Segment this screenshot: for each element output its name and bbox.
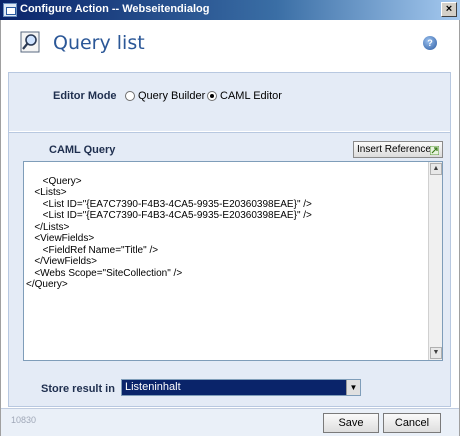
radio-caml-editor[interactable]: CAML Editor [207,90,282,102]
close-button[interactable]: × [441,2,457,17]
configuration-panel: Editor Mode Query Builder CAML Editor CA… [8,72,451,407]
radio-query-builder[interactable]: Query Builder [125,90,205,102]
radio-query-builder-dot[interactable] [125,91,135,101]
caml-query-label: CAML Query [49,144,116,156]
radio-caml-editor-dot[interactable] [207,91,217,101]
caml-query-text: <Query> <Lists> <List ID="{EA7C7390-F4B3… [26,175,312,291]
dialog-header: Query list ? [1,20,459,70]
footer-code: 10830 [11,415,37,425]
store-result-row: Store result in Listeninhalt ▼ [9,373,450,406]
editor-scrollbar[interactable]: ▲ ▼ [428,162,442,360]
scroll-up-arrow-icon[interactable]: ▲ [430,163,442,175]
cancel-button[interactable]: Cancel [383,413,441,433]
dialog-window-icon [3,3,17,17]
insert-reference-button[interactable]: Insert Reference [353,141,443,158]
store-result-value: Listeninhalt [125,381,181,393]
insert-reference-label: Insert Reference [357,144,431,155]
insert-arrow-icon [429,145,440,156]
page-title: Query list [53,32,145,54]
save-button[interactable]: Save [323,413,379,433]
chevron-down-icon[interactable]: ▼ [346,380,360,395]
help-icon[interactable]: ? [423,36,437,50]
dialog-footer: 10830 Save Cancel [1,408,459,436]
radio-query-builder-label: Query Builder [138,90,206,102]
store-result-label: Store result in [41,383,115,395]
dialog-body: Query list ? Editor Mode Query Builder C… [0,20,460,436]
radio-caml-editor-label: CAML Editor [220,90,282,102]
title-bar: Configure Action -- Webseitendialog × [0,0,460,20]
caml-query-editor[interactable]: <Query> <Lists> <List ID="{EA7C7390-F4B3… [23,161,443,361]
magnifier-document-icon [19,30,45,54]
editor-mode-label: Editor Mode [53,90,117,102]
scroll-down-arrow-icon[interactable]: ▼ [430,347,442,359]
editor-mode-row: Editor Mode Query Builder CAML Editor [9,73,450,131]
window-title: Configure Action -- Webseitendialog [20,3,210,15]
store-result-select[interactable]: Listeninhalt ▼ [121,379,361,396]
divider-shadow [9,132,450,133]
